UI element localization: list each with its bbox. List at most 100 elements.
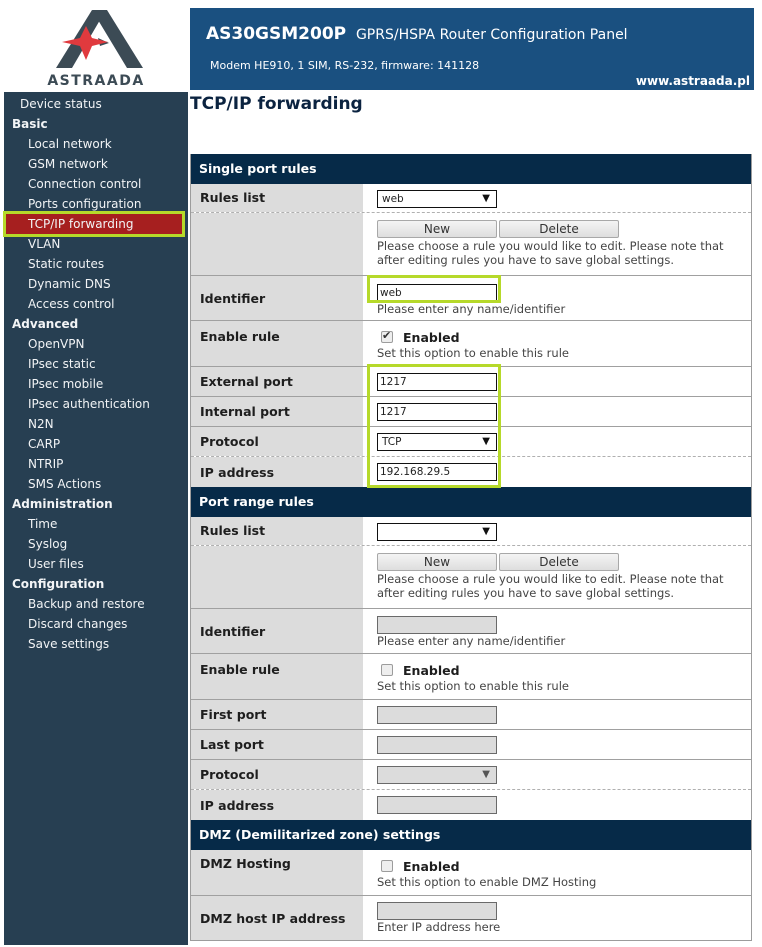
range-last-port-label: Last port <box>191 730 363 759</box>
section-single-port-rules: Single port rules <box>191 154 751 184</box>
single-protocol-value: TCP <box>382 436 402 448</box>
sidebar-item-connection-control[interactable]: Connection control <box>4 174 212 194</box>
single-external-port-row: External port 1217 <box>191 367 751 397</box>
single-enable-rule-label: Enable rule <box>191 321 363 366</box>
sidebar-item-ports-configuration[interactable]: Ports configuration <box>4 194 212 214</box>
range-rules-actions-row: New Delete Please choose a rule you woul… <box>191 546 751 609</box>
range-ip-address-input[interactable] <box>377 796 497 814</box>
dropdown-arrow-icon: ▼ <box>482 769 490 780</box>
single-rules-list-select[interactable]: web ▼ <box>377 190 497 208</box>
sidebar-item-ipsec-authentication[interactable]: IPsec authentication <box>4 394 212 414</box>
range-identifier-label: Identifier <box>191 609 363 653</box>
range-protocol-label: Protocol <box>191 760 363 789</box>
dmz-host-ip-row: DMZ host IP address Enter IP address her… <box>191 896 751 940</box>
sidebar-item-ipsec-static[interactable]: IPsec static <box>4 354 212 374</box>
range-delete-rule-button[interactable]: Delete <box>499 553 619 571</box>
sidebar-item-device-status[interactable]: Device status <box>4 94 204 114</box>
dmz-hosting-checkbox[interactable] <box>381 860 393 872</box>
sidebar-item-backup-and-restore[interactable]: Backup and restore <box>4 594 212 614</box>
range-rules-list-label: Rules list <box>191 517 363 545</box>
dropdown-arrow-icon: ▼ <box>482 193 490 204</box>
sidebar-item-openvpn[interactable]: OpenVPN <box>4 334 212 354</box>
single-internal-port-label: Internal port <box>191 397 363 426</box>
sidebar-group-advanced: Advanced <box>12 317 79 331</box>
single-delete-rule-button[interactable]: Delete <box>499 220 619 238</box>
range-first-port-input[interactable] <box>377 706 497 724</box>
single-ip-address-input[interactable]: 192.168.29.5 <box>377 463 497 481</box>
astraada-logo-icon <box>56 10 143 68</box>
range-first-port-label: First port <box>191 700 363 729</box>
single-new-rule-button[interactable]: New <box>377 220 497 238</box>
sidebar-item-carp[interactable]: CARP <box>4 434 212 454</box>
single-identifier-input[interactable]: web <box>377 284 497 302</box>
dmz-host-ip-input[interactable] <box>377 902 497 920</box>
section-dmz-settings: DMZ (Demilitarized zone) settings <box>191 820 751 850</box>
single-ip-address-label: IP address <box>191 457 363 487</box>
sidebar-item-local-network[interactable]: Local network <box>4 134 212 154</box>
single-rules-help: Please choose a rule you would like to e… <box>377 239 724 267</box>
single-external-port-label: External port <box>191 367 363 396</box>
single-internal-port-input[interactable]: 1217 <box>377 403 497 421</box>
sidebar-item-access-control[interactable]: Access control <box>4 294 212 314</box>
sidebar-item-tcp-ip-forwarding[interactable]: TCP/IP forwarding <box>3 211 185 237</box>
range-enable-help: Set this option to enable this rule <box>377 679 569 693</box>
sidebar-item-gsm-network[interactable]: GSM network <box>4 154 212 174</box>
sidebar-item-ntrip[interactable]: NTRIP <box>4 454 212 474</box>
range-enable-rule-row: Enable rule Enabled Set this option to e… <box>191 654 751 700</box>
header-title: AS30GSM200P GPRS/HSPA Router Configurati… <box>206 24 628 44</box>
range-last-port-input[interactable] <box>377 736 497 754</box>
forwarding-form: Single port rules Rules list web ▼ New D… <box>190 154 752 941</box>
dmz-host-ip-label: DMZ host IP address <box>191 896 363 940</box>
range-new-rule-button[interactable]: New <box>377 553 497 571</box>
single-external-port-input[interactable]: 1217 <box>377 373 497 391</box>
section-port-range-rules: Port range rules <box>191 487 751 517</box>
single-enabled-text: Enabled <box>403 329 460 345</box>
range-enable-checkbox[interactable] <box>381 664 393 676</box>
sidebar-group-administration: Administration <box>12 497 113 511</box>
sidebar-item-save-settings[interactable]: Save settings <box>4 634 212 654</box>
single-enable-checkbox[interactable] <box>381 329 393 343</box>
single-rules-actions-row: New Delete Please choose a rule you woul… <box>191 213 751 276</box>
dropdown-arrow-icon: ▼ <box>482 436 490 447</box>
single-protocol-row: Protocol TCP ▼ <box>191 427 751 457</box>
sidebar-item-vlan[interactable]: VLAN <box>4 234 212 254</box>
range-enable-rule-label: Enable rule <box>191 654 363 699</box>
range-ip-address-row: IP address <box>191 790 751 820</box>
sidebar-item-static-routes[interactable]: Static routes <box>4 254 212 274</box>
sidebar-group-configuration: Configuration <box>12 577 105 591</box>
range-protocol-row: Protocol ▼ <box>191 760 751 790</box>
website-link[interactable]: www.astraada.pl <box>636 74 750 88</box>
sidebar-item-n2n[interactable]: N2N <box>4 414 212 434</box>
dmz-host-ip-help: Enter IP address here <box>377 920 501 934</box>
dmz-hosting-label: DMZ Hosting <box>191 850 363 895</box>
single-identifier-row: Identifier web Please enter any name/ide… <box>191 276 751 321</box>
single-rules-list-value: web <box>382 193 404 205</box>
empty-label-cell <box>191 213 363 275</box>
sidebar-item-user-files[interactable]: User files <box>4 554 212 574</box>
sidebar-item-ipsec-mobile[interactable]: IPsec mobile <box>4 374 212 394</box>
range-enabled-text: Enabled <box>403 662 460 678</box>
range-rules-help: Please choose a rule you would like to e… <box>377 572 724 600</box>
panel-subtitle: GPRS/HSPA Router Configuration Panel <box>355 27 628 43</box>
sidebar-item-time[interactable]: Time <box>4 514 212 534</box>
sidebar-item-sms-actions[interactable]: SMS Actions <box>4 474 212 494</box>
single-ip-address-row: IP address 192.168.29.5 <box>191 457 751 487</box>
single-rules-list-label: Rules list <box>191 184 363 212</box>
single-internal-port-row: Internal port 1217 <box>191 397 751 427</box>
sidebar-group-basic: Basic <box>12 117 48 131</box>
range-rules-list-select[interactable]: ▼ <box>377 523 497 541</box>
sidebar-nav: Device status Basic Local network GSM netwo… <box>3 92 188 945</box>
header-banner: AS30GSM200P GPRS/HSPA Router Configurati… <box>190 8 754 90</box>
range-rules-list-row: Rules list ▼ <box>191 517 751 546</box>
sidebar-item-dynamic-dns[interactable]: Dynamic DNS <box>4 274 212 294</box>
single-protocol-label: Protocol <box>191 427 363 456</box>
range-identifier-input[interactable] <box>377 616 497 634</box>
modem-info: Modem HE910, 1 SIM, RS-232, firmware: 14… <box>210 59 480 72</box>
single-protocol-select[interactable]: TCP ▼ <box>377 433 497 451</box>
sidebar-item-discard-changes[interactable]: Discard changes <box>4 614 212 634</box>
empty-label-cell <box>191 546 363 608</box>
single-enable-rule-row: Enable rule Enabled Set this option to e… <box>191 321 751 367</box>
range-protocol-select[interactable]: ▼ <box>377 766 497 784</box>
astraada-logo[interactable]: ASTRAADA <box>4 0 188 92</box>
sidebar-item-syslog[interactable]: Syslog <box>4 534 212 554</box>
